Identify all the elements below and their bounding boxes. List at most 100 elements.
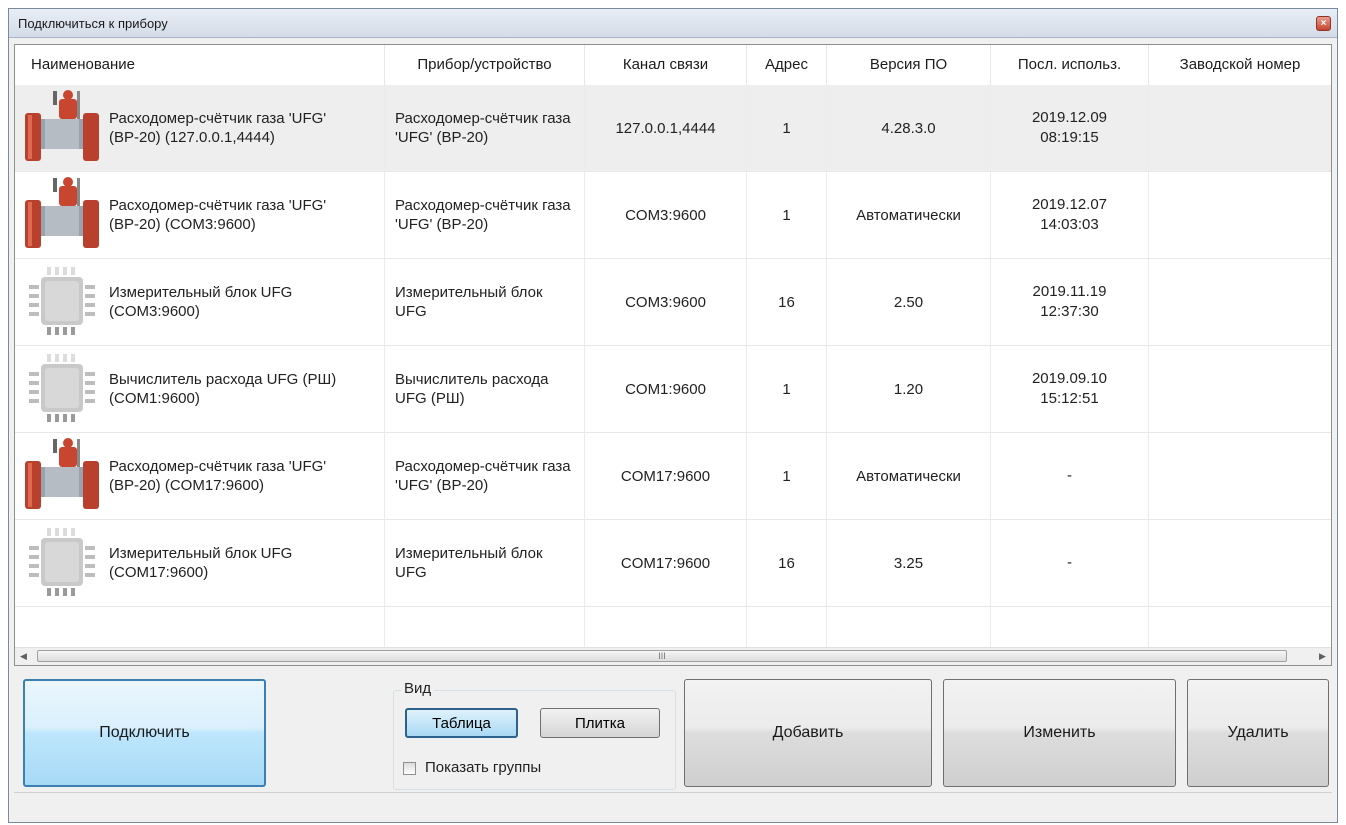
last-used-cell: - xyxy=(991,433,1149,519)
device-name: Вычислитель расхода UFG (РШ) (COM1:9600) xyxy=(109,371,337,407)
show-groups-label: Показать группы xyxy=(425,759,542,776)
chip-icon xyxy=(23,524,103,602)
scroll-thumb[interactable]: III xyxy=(37,650,1287,662)
last-used-date: 2019.12.07 xyxy=(1031,196,1108,213)
channel-cell: COM17:9600 xyxy=(585,433,747,519)
chip-icon xyxy=(23,350,103,428)
column-header-row: Наименование Прибор/устройство Канал свя… xyxy=(15,45,1331,86)
empty-cell xyxy=(385,607,585,647)
version-cell: Автоматически xyxy=(827,172,991,258)
table-row[interactable]: Расходомер-счётчик газа 'UFG' (ВР-20) (C… xyxy=(15,433,1331,520)
serial-cell xyxy=(1149,346,1331,432)
empty-cell xyxy=(747,607,827,647)
view-group: Вид Таблица Плитка Показать группы xyxy=(393,680,676,790)
connect-button[interactable]: Подключить xyxy=(23,679,266,787)
device-type: Измерительный блок UFG xyxy=(395,545,543,581)
edit-button[interactable]: Изменить xyxy=(943,679,1176,787)
serial-cell xyxy=(1149,172,1331,258)
device-type: Вычислитель расхода UFG (РШ) xyxy=(395,371,549,407)
last-used-cell: 2019.09.10 15:12:51 xyxy=(991,346,1149,432)
device-type: Расходомер-счётчик газа 'UFG' (ВР-20) xyxy=(395,458,571,494)
flowmeter-icon xyxy=(23,437,103,515)
last-used-cell: 2019.12.09 08:19:15 xyxy=(991,85,1149,171)
column-header-serial[interactable]: Заводской номер xyxy=(1149,45,1331,85)
last-used-date: 2019.11.19 xyxy=(1032,283,1107,300)
address-cell: 1 xyxy=(747,85,827,171)
empty-cell xyxy=(991,607,1149,647)
device-cell: Расходомер-счётчик газа 'UFG' (ВР-20) xyxy=(385,433,585,519)
version-cell: Автоматически xyxy=(827,433,991,519)
table-row[interactable]: Расходомер-счётчик газа 'UFG' (ВР-20) (1… xyxy=(15,85,1331,172)
address-cell: 1 xyxy=(747,433,827,519)
show-groups-checkbox[interactable] xyxy=(403,762,416,775)
view-table-toggle[interactable]: Таблица xyxy=(405,708,518,738)
device-type: Измерительный блок UFG xyxy=(395,284,543,320)
last-used-cell: - xyxy=(991,520,1149,606)
name-cell: Расходомер-счётчик газа 'UFG' (ВР-20) (1… xyxy=(15,85,385,171)
flowmeter-icon xyxy=(23,176,103,254)
device-name: Расходомер-счётчик газа 'UFG' (ВР-20) (C… xyxy=(109,458,327,494)
device-cell: Расходомер-счётчик газа 'UFG' (ВР-20) xyxy=(385,172,585,258)
serial-cell xyxy=(1149,520,1331,606)
column-header-channel[interactable]: Канал связи xyxy=(585,45,747,85)
empty-cell xyxy=(15,607,385,647)
address-cell: 1 xyxy=(747,346,827,432)
device-list[interactable]: Наименование Прибор/устройство Канал свя… xyxy=(14,44,1332,666)
address-cell: 16 xyxy=(747,259,827,345)
device-name: Измерительный блок UFG (COM3:9600) xyxy=(109,284,293,320)
name-cell: Измерительный блок UFG (COM3:9600) xyxy=(15,259,385,345)
title-bar[interactable]: Подключиться к прибору × xyxy=(9,9,1337,38)
last-used-date: 2019.12.09 xyxy=(1031,109,1108,126)
version-cell: 1.20 xyxy=(827,346,991,432)
scroll-right-arrow-icon[interactable]: ▶ xyxy=(1314,648,1331,665)
column-header-address[interactable]: Адрес xyxy=(747,45,827,85)
version-cell: 2.50 xyxy=(827,259,991,345)
add-button[interactable]: Добавить xyxy=(684,679,932,787)
device-name: Измерительный блок UFG (COM17:9600) xyxy=(109,545,293,581)
delete-button[interactable]: Удалить xyxy=(1187,679,1329,787)
name-cell: Расходомер-счётчик газа 'UFG' (ВР-20) (C… xyxy=(15,172,385,258)
empty-cell xyxy=(1149,607,1331,647)
column-header-last-used[interactable]: Посл. использ. xyxy=(991,45,1149,85)
last-used-time: 08:19:15 xyxy=(1040,129,1099,146)
table-row[interactable]: Измерительный блок UFG (COM17:9600) Измер… xyxy=(15,520,1331,607)
empty-cell xyxy=(585,607,747,647)
table-row[interactable]: Расходомер-счётчик газа 'UFG' (ВР-20) (C… xyxy=(15,172,1331,259)
scroll-left-arrow-icon[interactable]: ◀ xyxy=(15,648,32,665)
column-header-version[interactable]: Версия ПО xyxy=(827,45,991,85)
view-tile-toggle[interactable]: Плитка xyxy=(540,708,660,738)
name-cell: Измерительный блок UFG (COM17:9600) xyxy=(15,520,385,606)
flowmeter-icon xyxy=(23,89,103,167)
channel-cell: COM3:9600 xyxy=(585,172,747,258)
serial-cell xyxy=(1149,85,1331,171)
horizontal-scrollbar[interactable]: ◀ III ▶ xyxy=(15,647,1331,665)
device-type: Расходомер-счётчик газа 'UFG' (ВР-20) xyxy=(395,110,571,146)
channel-cell: COM3:9600 xyxy=(585,259,747,345)
version-cell: 3.25 xyxy=(827,520,991,606)
last-used-date: 2019.09.10 xyxy=(1031,370,1108,387)
channel-cell: 127.0.0.1,4444 xyxy=(585,85,747,171)
table-row[interactable]: Вычислитель расхода UFG (РШ) (COM1:9600)… xyxy=(15,346,1331,433)
device-name: Расходомер-счётчик газа 'UFG' (ВР-20) (C… xyxy=(109,197,327,233)
version-cell: 4.28.3.0 xyxy=(827,85,991,171)
chip-icon xyxy=(23,263,103,341)
table-row[interactable]: Измерительный блок UFG (COM3:9600) Измери… xyxy=(15,259,1331,346)
last-used-cell: 2019.11.19 12:37:30 xyxy=(991,259,1149,345)
last-used-date: - xyxy=(1067,554,1072,571)
last-used-time: 14:03:03 xyxy=(1040,216,1099,233)
channel-cell: COM1:9600 xyxy=(585,346,747,432)
name-cell: Вычислитель расхода UFG (РШ) (COM1:9600) xyxy=(15,346,385,432)
column-header-name[interactable]: Наименование xyxy=(15,45,385,85)
close-button[interactable]: × xyxy=(1316,16,1331,31)
serial-cell xyxy=(1149,433,1331,519)
last-used-time: 15:12:51 xyxy=(1040,390,1099,407)
address-cell: 1 xyxy=(747,172,827,258)
device-cell: Измерительный блок UFG xyxy=(385,259,585,345)
column-header-device[interactable]: Прибор/устройство xyxy=(385,45,585,85)
window-title: Подключиться к прибору xyxy=(18,16,168,31)
view-group-label: Вид xyxy=(401,680,435,697)
empty-row xyxy=(15,607,1331,647)
name-cell: Расходомер-счётчик газа 'UFG' (ВР-20) (C… xyxy=(15,433,385,519)
last-used-cell: 2019.12.07 14:03:03 xyxy=(991,172,1149,258)
last-used-date: - xyxy=(1067,467,1072,484)
